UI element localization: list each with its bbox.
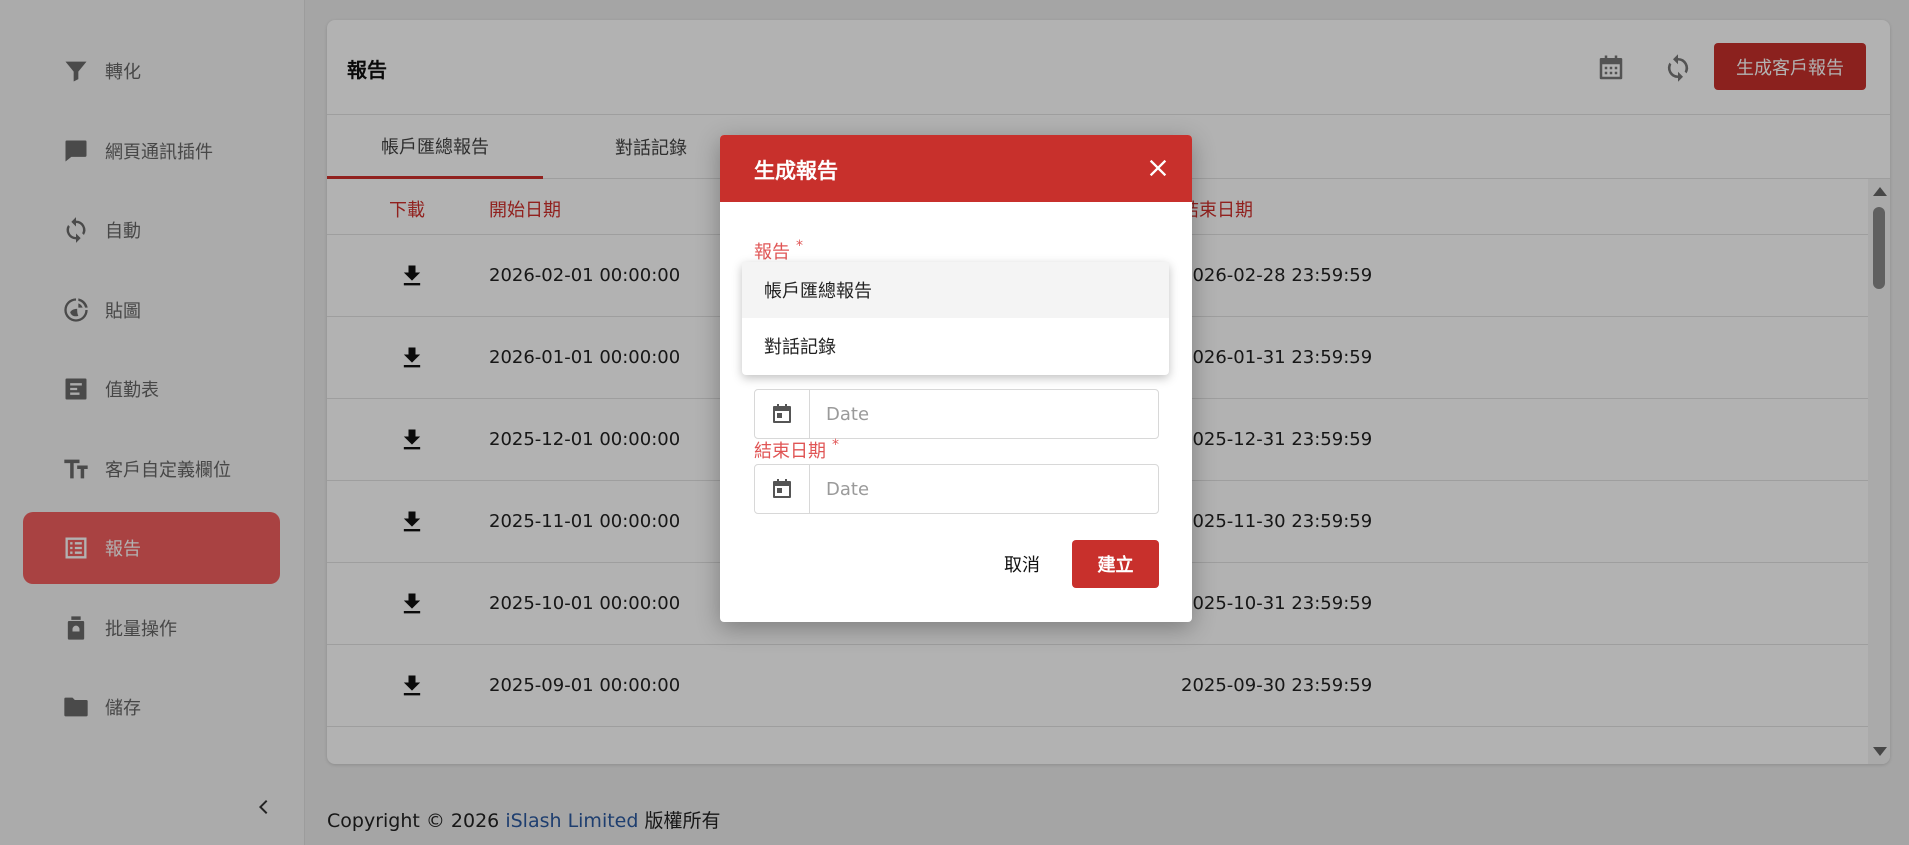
required-mark: * <box>796 238 803 254</box>
dialog-header: 生成報告 <box>720 135 1192 202</box>
calendar-icon <box>773 479 791 498</box>
dialog-title: 生成報告 <box>754 159 838 183</box>
dropdown-option-conversation-log[interactable]: 對話記錄 <box>742 318 1169 374</box>
start-date-field[interactable] <box>754 389 1159 439</box>
required-mark: * <box>832 437 839 453</box>
end-date-calendar-button[interactable] <box>755 465 810 513</box>
close-button[interactable] <box>1144 154 1172 182</box>
dropdown-option-account-summary[interactable]: 帳戶匯總報告 <box>742 262 1169 318</box>
start-date-input[interactable] <box>810 390 1158 438</box>
report-type-dropdown: 帳戶匯總報告 對話記錄 <box>742 262 1169 375</box>
start-date-calendar-button[interactable] <box>755 390 810 438</box>
cancel-button[interactable]: 取消 <box>983 540 1061 588</box>
close-icon <box>1149 159 1167 177</box>
generate-report-dialog: 生成報告 報告 * 結束日期 * 取消 建立 帳戶匯總報告 對話記錄 <box>720 135 1192 622</box>
calendar-icon <box>773 404 791 423</box>
end-date-field[interactable] <box>754 464 1159 514</box>
end-date-label-text: 結束日期 <box>754 441 826 462</box>
create-button[interactable]: 建立 <box>1072 540 1159 588</box>
report-field-label: 報告 * <box>754 238 803 264</box>
end-date-input[interactable] <box>810 465 1158 513</box>
end-date-field-label: 結束日期 * <box>754 437 839 463</box>
report-label-text: 報告 <box>754 242 790 263</box>
